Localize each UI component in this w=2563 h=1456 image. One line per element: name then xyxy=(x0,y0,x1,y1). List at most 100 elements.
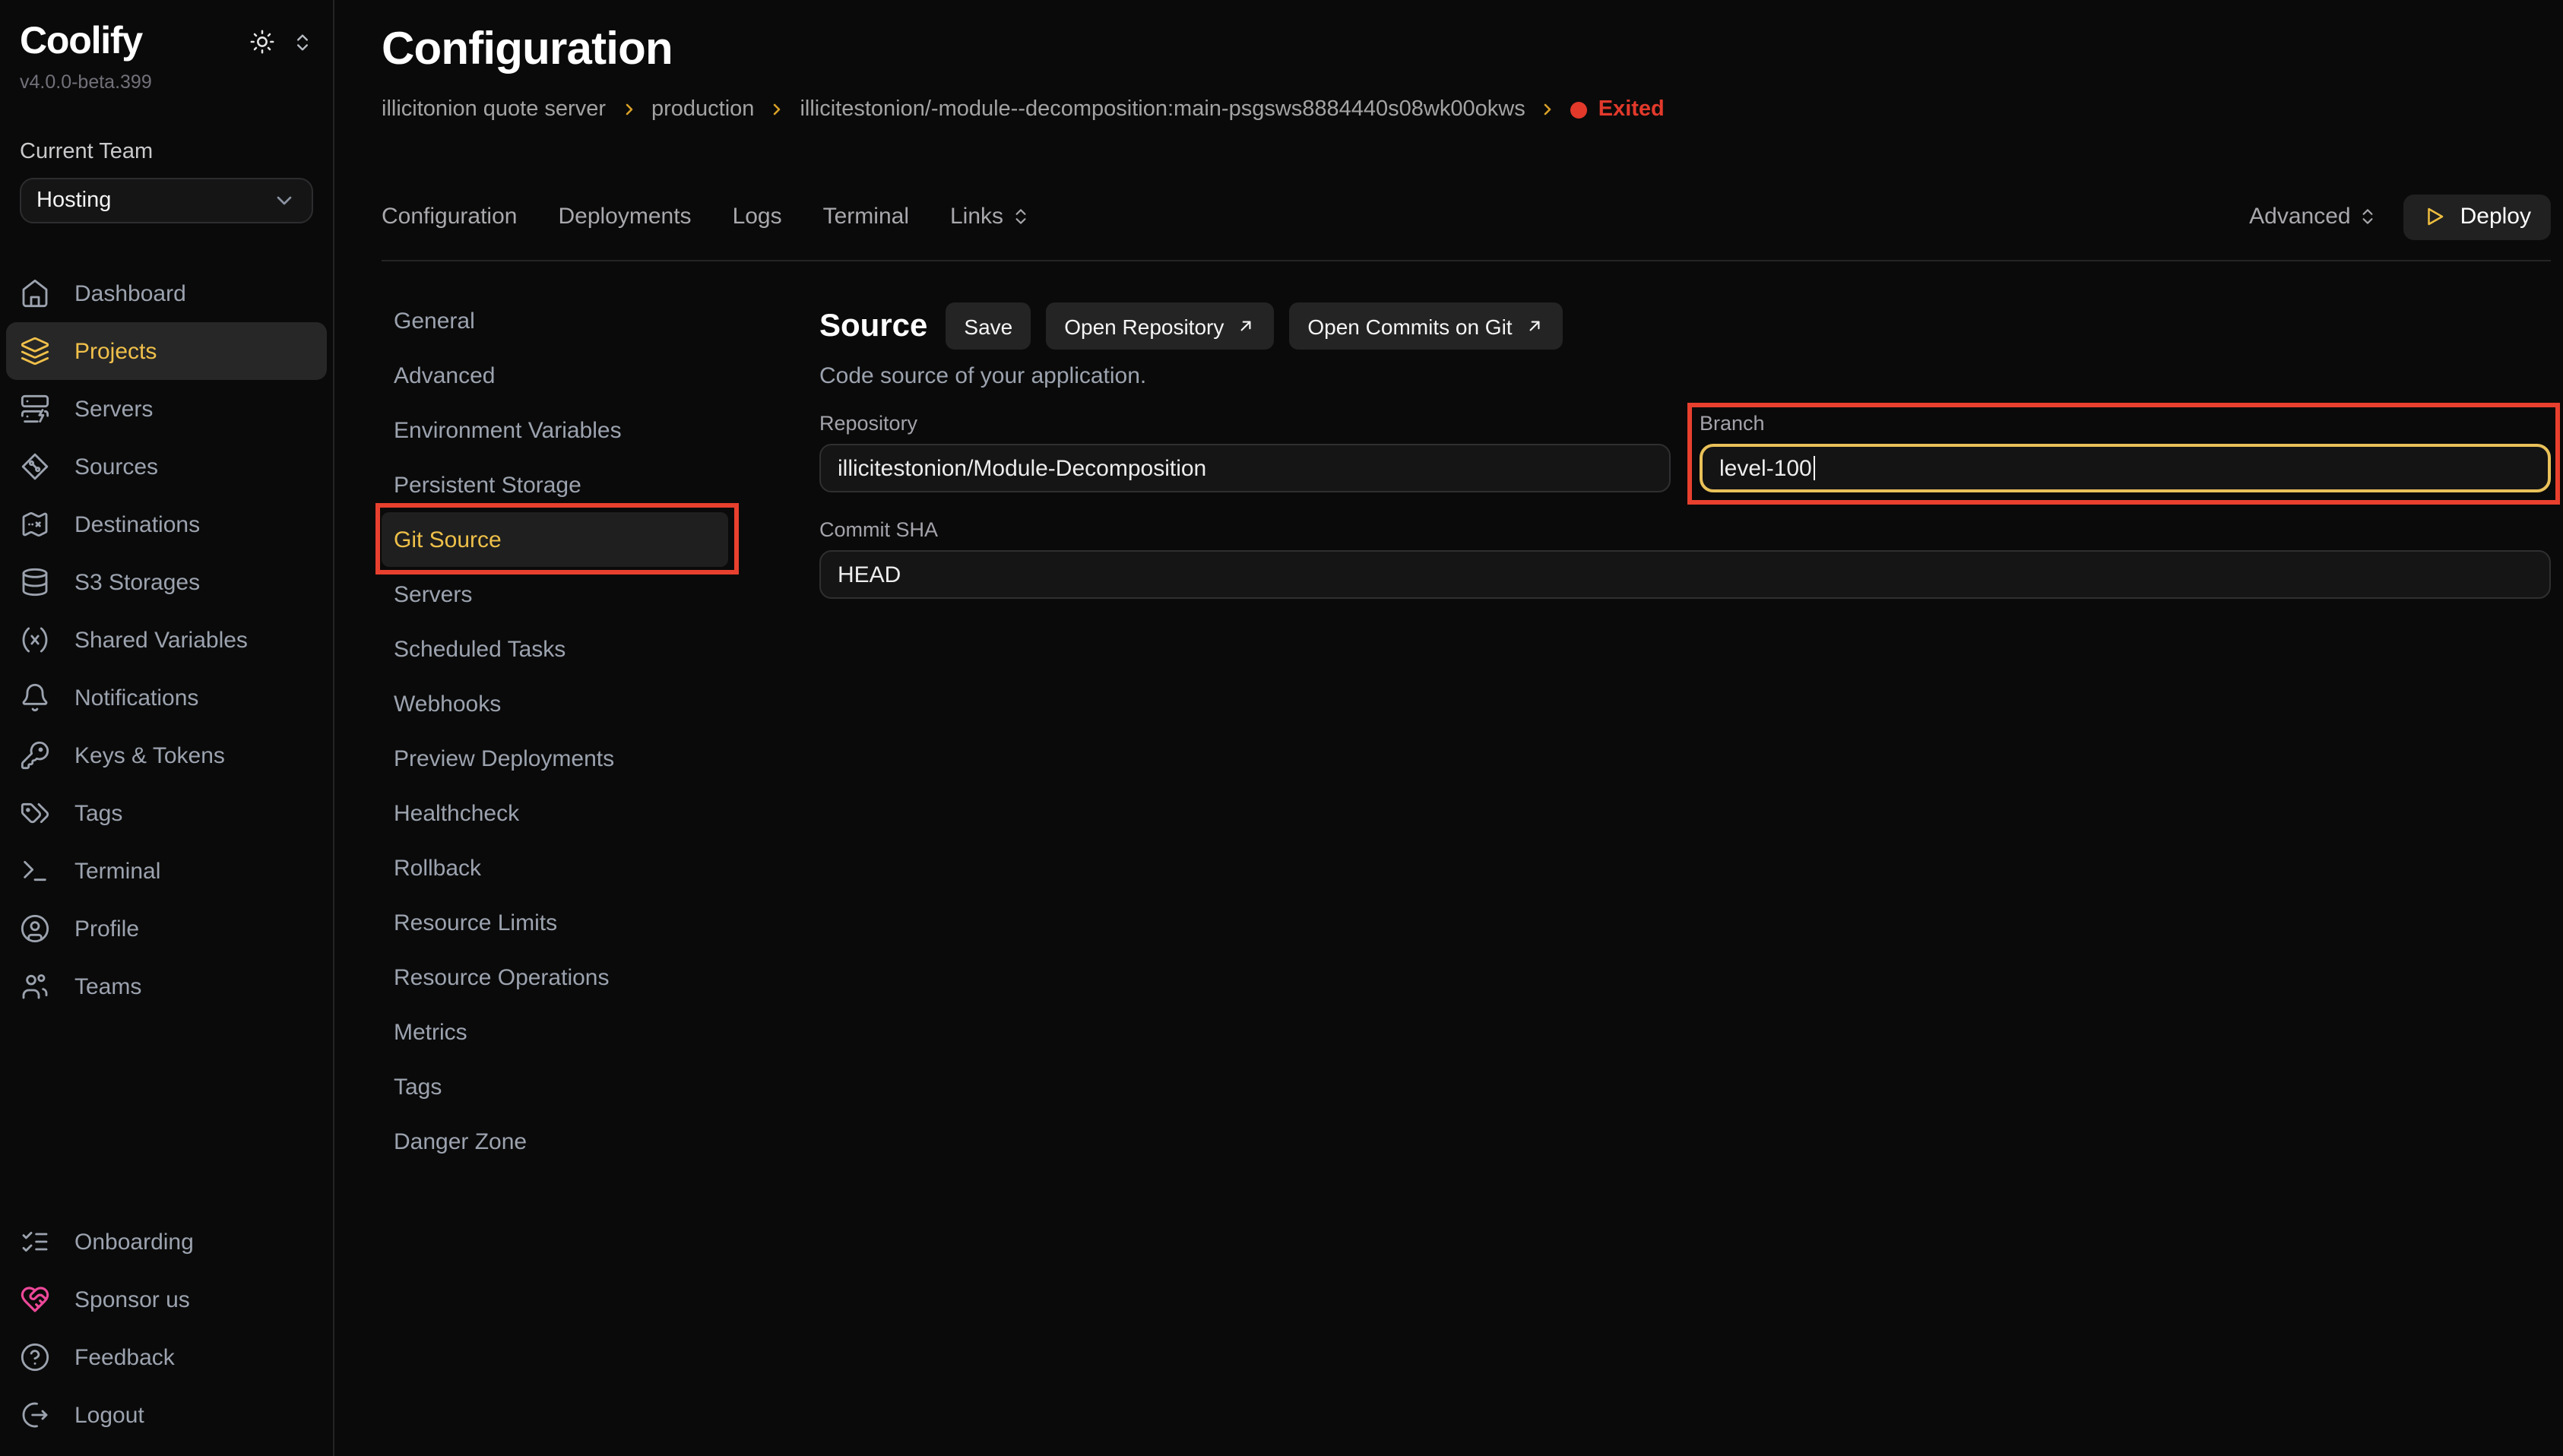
source-form-header: Source Save Open Repository Open Commits… xyxy=(819,302,2551,350)
checklist-icon xyxy=(20,1227,50,1257)
database-icon xyxy=(20,567,50,597)
tabs: Configuration Deployments Logs Terminal … xyxy=(382,204,1031,229)
chevron-right-icon xyxy=(619,100,638,119)
app-version: v4.0.0-beta.399 xyxy=(20,71,313,93)
sidebar-item-projects[interactable]: Projects xyxy=(6,322,327,380)
subnav-item-persistent-storage[interactable]: Persistent Storage xyxy=(382,457,728,512)
sidebar-collapse-icon[interactable] xyxy=(292,31,313,52)
breadcrumb-application[interactable]: illicitestonion/-module--decomposition:m… xyxy=(800,97,1525,122)
text-cursor xyxy=(1814,456,1816,480)
repository-field: Repository illicitestonion/Module-Decomp… xyxy=(819,412,1671,492)
open-repository-button[interactable]: Open Repository xyxy=(1046,302,1274,350)
sidebar-item-feedback[interactable]: Feedback xyxy=(6,1328,327,1386)
deploy-button[interactable]: Deploy xyxy=(2404,194,2551,239)
configuration-subnav: General Advanced Environment Variables P… xyxy=(382,293,790,1169)
open-commits-button[interactable]: Open Commits on Git xyxy=(1289,302,1562,350)
terminal-icon xyxy=(20,856,50,886)
tab-configuration[interactable]: Configuration xyxy=(382,204,517,229)
subnav-item-resource-limits[interactable]: Resource Limits xyxy=(382,895,728,950)
sidebar-item-servers[interactable]: Servers xyxy=(6,380,327,438)
subnav-item-danger-zone[interactable]: Danger Zone xyxy=(382,1114,728,1169)
team-select[interactable]: Hosting xyxy=(20,178,313,223)
help-circle-icon xyxy=(20,1342,50,1372)
save-button[interactable]: Save xyxy=(946,302,1031,350)
sidebar-item-terminal[interactable]: Terminal xyxy=(6,842,327,900)
subnav-item-servers[interactable]: Servers xyxy=(382,567,728,622)
header-actions: Advanced Deploy xyxy=(2249,194,2551,239)
sidebar-nav: Dashboard Projects Servers Sources Desti… xyxy=(20,264,313,1015)
sidebar-item-dashboard[interactable]: Dashboard xyxy=(6,264,327,322)
users-icon xyxy=(20,971,50,1002)
repository-label: Repository xyxy=(819,412,1671,435)
bell-icon xyxy=(20,682,50,713)
branch-field: Branch level-100 xyxy=(1700,412,2551,492)
commit-sha-label: Commit SHA xyxy=(819,518,2551,541)
source-fields: Repository illicitestonion/Module-Decomp… xyxy=(819,412,2551,599)
subnav-item-environment-variables[interactable]: Environment Variables xyxy=(382,403,728,457)
commit-sha-field: Commit SHA HEAD xyxy=(819,518,2551,599)
sidebar-item-tags[interactable]: Tags xyxy=(6,784,327,842)
subnav-item-preview-deployments[interactable]: Preview Deployments xyxy=(382,731,728,786)
subnav-item-tags[interactable]: Tags xyxy=(382,1059,728,1114)
tab-deployments[interactable]: Deployments xyxy=(558,204,691,229)
team-select-value: Hosting xyxy=(36,188,111,213)
sidebar-item-sponsor-us[interactable]: Sponsor us xyxy=(6,1271,327,1328)
tags-icon xyxy=(20,798,50,828)
subnav-item-general[interactable]: General xyxy=(382,293,728,348)
coolify-logo[interactable]: Coolify xyxy=(20,20,142,64)
sidebar-item-teams[interactable]: Teams xyxy=(6,957,327,1015)
subnav-item-metrics[interactable]: Metrics xyxy=(382,1005,728,1059)
server-icon xyxy=(20,394,50,424)
home-icon xyxy=(20,278,50,309)
sidebar-item-keys-tokens[interactable]: Keys & Tokens xyxy=(6,726,327,784)
heart-handshake-icon xyxy=(20,1284,50,1315)
subnav-item-advanced[interactable]: Advanced xyxy=(382,348,728,403)
branch-input[interactable]: level-100 xyxy=(1700,444,2551,492)
advanced-dropdown[interactable]: Advanced xyxy=(2249,204,2378,229)
sidebar-item-onboarding[interactable]: Onboarding xyxy=(6,1213,327,1271)
sidebar-item-s3-storages[interactable]: S3 Storages xyxy=(6,553,327,611)
repository-input[interactable]: illicitestonion/Module-Decomposition xyxy=(819,444,1671,492)
tab-links[interactable]: Links xyxy=(950,204,1031,229)
sidebar-nav-bottom: Onboarding Sponsor us Feedback Logout xyxy=(20,1213,313,1444)
sidebar-item-destinations[interactable]: Destinations xyxy=(6,495,327,553)
tabs-divider xyxy=(382,260,2551,261)
tab-logs[interactable]: Logs xyxy=(733,204,782,229)
subnav-item-resource-operations[interactable]: Resource Operations xyxy=(382,950,728,1005)
layers-icon xyxy=(20,336,50,366)
status-label: Exited xyxy=(1598,97,1665,122)
sidebar-item-profile[interactable]: Profile xyxy=(6,900,327,957)
sidebar-item-shared-variables[interactable]: Shared Variables xyxy=(6,611,327,669)
logout-icon xyxy=(20,1400,50,1430)
git-source-icon xyxy=(20,451,50,482)
source-heading: Source xyxy=(819,308,927,344)
sidebar-item-sources[interactable]: Sources xyxy=(6,438,327,495)
subnav-item-rollback[interactable]: Rollback xyxy=(382,840,728,895)
configuration-content: General Advanced Environment Variables P… xyxy=(382,293,2551,1169)
variable-icon xyxy=(20,625,50,655)
status-dot-icon xyxy=(1571,101,1588,118)
subnav-item-webhooks[interactable]: Webhooks xyxy=(382,676,728,731)
theme-sun-icon[interactable] xyxy=(249,29,275,55)
commit-sha-input[interactable]: HEAD xyxy=(819,550,2551,599)
branch-label: Branch xyxy=(1700,412,2551,435)
sidebar: Coolify v4.0.0-beta.399 Current Team Hos… xyxy=(0,0,334,1456)
tab-terminal[interactable]: Terminal xyxy=(823,204,909,229)
subnav-item-git-source[interactable]: Git Source xyxy=(382,512,728,567)
subnav-item-healthcheck[interactable]: Healthcheck xyxy=(382,786,728,840)
source-description: Code source of your application. xyxy=(819,363,2551,389)
chevron-right-icon xyxy=(768,100,786,119)
subnav-item-scheduled-tasks[interactable]: Scheduled Tasks xyxy=(382,622,728,676)
map-icon xyxy=(20,509,50,540)
external-link-icon xyxy=(1236,316,1256,336)
sidebar-item-logout[interactable]: Logout xyxy=(6,1386,327,1444)
main-content: Configuration illicitonion quote server … xyxy=(334,0,2563,1456)
sidebar-item-notifications[interactable]: Notifications xyxy=(6,669,327,726)
breadcrumb-environment[interactable]: production xyxy=(651,97,754,122)
user-icon xyxy=(20,913,50,944)
source-form: Source Save Open Repository Open Commits… xyxy=(819,302,2551,1169)
app-window: Coolify v4.0.0-beta.399 Current Team Hos… xyxy=(0,0,2563,1456)
breadcrumb-project[interactable]: illicitonion quote server xyxy=(382,97,606,122)
page-title: Configuration xyxy=(382,24,2551,76)
external-link-icon xyxy=(1525,316,1544,336)
